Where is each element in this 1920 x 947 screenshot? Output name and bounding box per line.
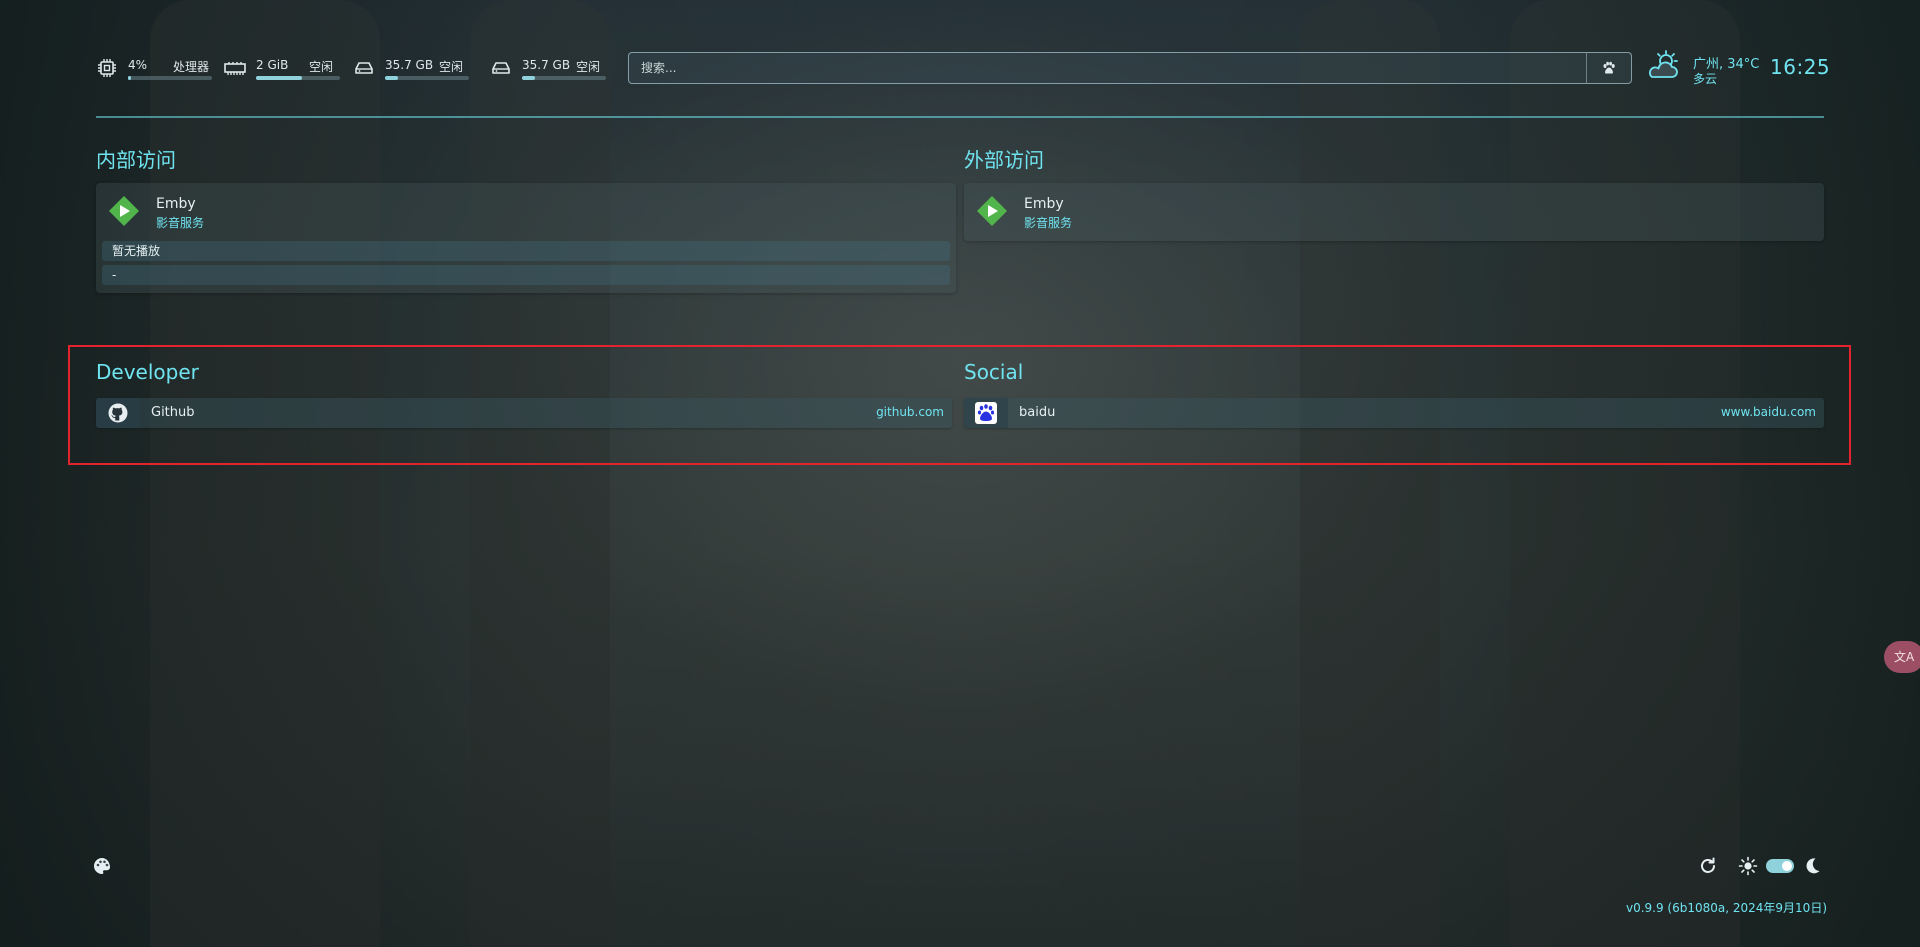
disk-2-label: 空闲	[576, 60, 601, 74]
cpu-resource: 4% 处理器	[96, 56, 212, 86]
paw-icon	[1603, 61, 1615, 74]
bookmark-icon-container	[96, 398, 140, 428]
theme-toggle[interactable]	[1766, 859, 1794, 873]
service-description: 影音服务	[1024, 216, 1073, 230]
bookmark-github[interactable]: Github github.com	[96, 398, 952, 428]
disk-resource-2: 35.7 GB 空闲	[490, 56, 606, 86]
service-description: 影音服务	[156, 216, 205, 230]
clock: 16:25	[1770, 55, 1831, 79]
emby-now-playing-detail: -	[102, 265, 950, 285]
hard-drive-icon	[490, 58, 512, 78]
memory-usage-bar	[256, 76, 340, 80]
disk-resource-1: 35.7 GB 空闲	[353, 56, 469, 86]
dark-mode-button[interactable]	[1802, 856, 1822, 876]
translate-button[interactable]: 文A	[1884, 641, 1920, 673]
search-box	[628, 52, 1632, 84]
memory-resource: 2 GiB 空闲	[224, 56, 340, 86]
theme-toggle-knob	[1782, 861, 1792, 871]
disk-1-usage-bar	[385, 76, 469, 80]
palette-button[interactable]	[92, 856, 112, 876]
github-icon	[108, 403, 128, 423]
bookmark-name: Github	[151, 405, 195, 420]
disk-1-label: 空闲	[439, 60, 464, 74]
bookmark-url: www.baidu.com	[1720, 405, 1816, 419]
moon-icon	[1806, 858, 1820, 874]
service-group-title-external: 外部访问	[964, 148, 1044, 172]
disk-2-usage-fill	[522, 76, 535, 80]
bookmark-url: github.com	[876, 405, 944, 419]
bookmark-group-title-social: Social	[964, 360, 1024, 384]
bookmark-name: baidu	[1019, 405, 1056, 420]
light-mode-button[interactable]	[1738, 856, 1758, 876]
header-divider	[96, 116, 1824, 118]
emby-icon	[109, 196, 139, 226]
service-card-emby-internal[interactable]: Emby 影音服务 暂无播放 -	[96, 183, 956, 293]
baidu-icon	[975, 402, 997, 424]
version-label: v0.9.9 (6b1080a, 2024年9月10日)	[1625, 901, 1827, 915]
refresh-button[interactable]	[1698, 856, 1718, 876]
bookmark-baidu[interactable]: baidu www.baidu.com	[964, 398, 1824, 428]
sun-icon	[1738, 856, 1758, 876]
memory-free: 2 GiB	[256, 58, 289, 72]
emby-now-playing-status: 暂无播放	[102, 241, 950, 261]
weather-condition: 多云	[1693, 72, 1718, 86]
service-name: Emby	[1024, 196, 1064, 212]
service-card-emby-external[interactable]: Emby 影音服务	[964, 183, 1824, 241]
search-input[interactable]	[629, 53, 1589, 83]
hard-drive-icon	[353, 58, 375, 78]
palette-icon	[94, 858, 110, 874]
refresh-icon	[1701, 857, 1715, 873]
service-group-title-internal: 内部访问	[96, 148, 176, 172]
disk-2-free: 35.7 GB	[522, 58, 571, 72]
service-name: Emby	[156, 196, 196, 212]
background-overlay	[0, 0, 1920, 947]
cpu-label: 处理器	[173, 60, 210, 74]
cpu-usage-bar	[128, 76, 212, 80]
disk-1-free: 35.7 GB	[385, 58, 434, 72]
cpu-icon	[96, 58, 118, 78]
partly-cloudy-icon	[1649, 50, 1678, 78]
memory-icon	[224, 58, 246, 78]
disk-2-usage-bar	[522, 76, 606, 80]
memory-label: 空闲	[309, 60, 334, 74]
disk-1-usage-fill	[385, 76, 398, 80]
cpu-usage: 4%	[128, 58, 148, 72]
top-bar: 4% 处理器 2 GiB 空闲 35.7 GB 空闲 35.7 GB 空闲 搜索…	[96, 50, 1830, 86]
emby-icon	[977, 196, 1007, 226]
bookmark-group-title-developer: Developer	[96, 360, 199, 384]
bookmark-icon-container	[964, 398, 1008, 428]
cpu-usage-fill	[128, 76, 132, 80]
search-engine-button[interactable]	[1586, 53, 1631, 83]
memory-usage-fill	[256, 76, 303, 80]
